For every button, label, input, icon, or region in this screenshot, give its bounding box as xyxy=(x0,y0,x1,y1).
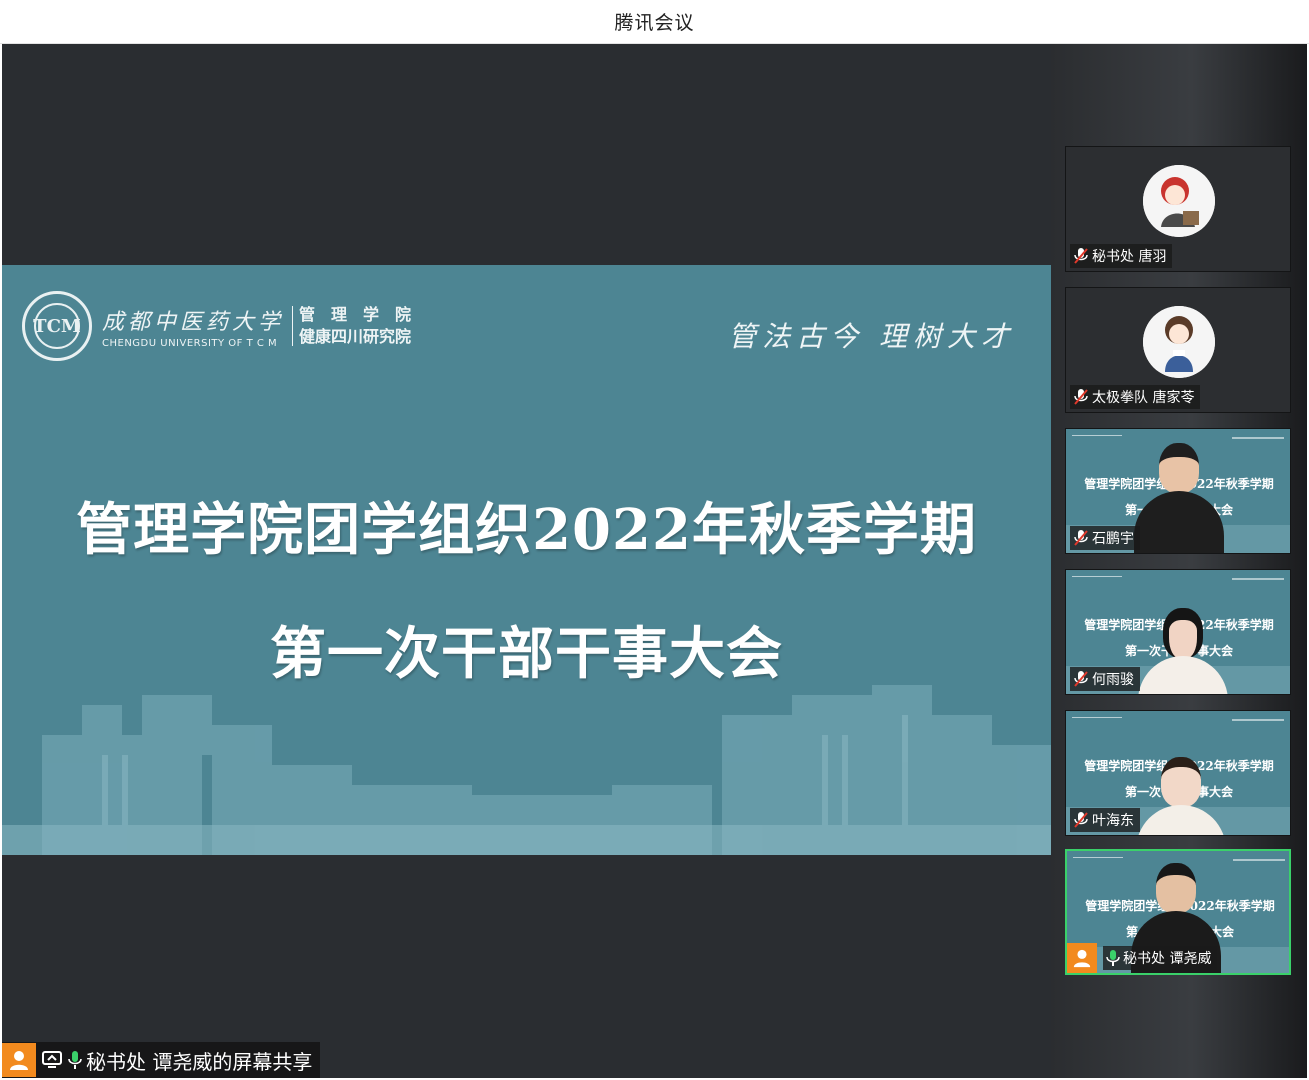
mic-muted-icon xyxy=(1073,388,1089,406)
department-name: 管理学院 健康四川研究院 xyxy=(299,304,427,348)
participant-name: 太极拳队 唐家苓 xyxy=(1092,390,1195,406)
participant-label: 何雨骏 xyxy=(1070,667,1140,691)
participant-label: 太极拳队 唐家苓 xyxy=(1070,385,1201,409)
title-bar: 腾讯会议 xyxy=(0,0,1309,44)
participant-tile[interactable]: 管理学院团学组织2022年秋季学期 第一次干部干事大会 叶海东 xyxy=(1065,710,1291,836)
mic-on-icon xyxy=(1106,949,1120,967)
participant-tile[interactable]: 秘书处 唐羽 xyxy=(1065,146,1291,272)
participant-name: 石鹏宇 xyxy=(1092,531,1134,547)
mic-muted-icon xyxy=(1073,811,1089,829)
logo-divider xyxy=(292,306,294,346)
mic-muted-icon xyxy=(1073,529,1089,547)
participant-person xyxy=(1138,608,1228,694)
university-logo: TCM 成都中医药大学 CHENGDU UNIVERSITY OF T C M … xyxy=(22,291,427,361)
seal-text: TCM xyxy=(33,303,81,349)
university-name-en: CHENGDU UNIVERSITY OF T C M xyxy=(102,337,278,349)
participant-sidebar: 秘书处 唐羽 太极拳队 唐家苓 管理学院团学组织2022年秋季学期 第一次干部干… xyxy=(1051,44,1307,1078)
participant-label: 石鹏宇 xyxy=(1070,526,1140,550)
mic-muted-icon xyxy=(1073,247,1089,265)
mini-slide-logo xyxy=(1072,435,1122,447)
university-name-cn: 成都中医药大学 xyxy=(102,309,285,335)
screen-share-owner: 秘书处 谭尧威的屏幕共享 xyxy=(86,1049,313,1074)
slide-title: 管理学院团学组织2022年秋季学期 xyxy=(76,497,977,563)
mic-on-icon xyxy=(68,1050,82,1070)
screen-share-label[interactable]: 秘书处 谭尧威的屏幕共享 xyxy=(2,1042,321,1078)
meeting-window: 腾讯会议 TCM 成都中医药大学 CHENGDU UNIVERSITY OF T… xyxy=(0,0,1309,1080)
window-title: 腾讯会议 xyxy=(614,12,695,34)
mini-slide-logo xyxy=(1072,717,1122,729)
department-line1: 管理学院 xyxy=(299,305,428,324)
participant-tile[interactable]: 太极拳队 唐家苓 xyxy=(1065,287,1291,413)
mini-slide-motto xyxy=(1232,719,1284,721)
university-seal-icon: TCM xyxy=(22,291,92,361)
participant-person xyxy=(1134,443,1224,553)
participant-label: 叶海东 xyxy=(1070,808,1140,832)
mini-slide-motto xyxy=(1233,859,1285,861)
participant-person xyxy=(1136,757,1226,835)
participant-tile[interactable]: 管理学院团学组织2022年秋季学期 第一次干部干事大会 何雨骏 xyxy=(1065,569,1291,695)
mini-slide-motto xyxy=(1232,578,1284,580)
participant-name: 秘书处 唐羽 xyxy=(1092,249,1167,265)
slide-motto: 管法古今 理树大才 xyxy=(728,320,1015,353)
department-line2: 健康四川研究院 xyxy=(299,327,412,346)
shared-slide: TCM 成都中医药大学 CHENGDU UNIVERSITY OF T C M … xyxy=(2,265,1051,855)
participant-tile[interactable]: 管理学院团学组织2022年秋季学期 第一次干部干事大会 石鹏宇 xyxy=(1065,428,1291,554)
participant-name: 叶海东 xyxy=(1092,813,1134,829)
user-avatar-icon xyxy=(1067,943,1097,973)
participant-label: 秘书处 谭尧威 xyxy=(1103,946,1218,970)
university-name: 成都中医药大学 CHENGDU UNIVERSITY OF T C M xyxy=(102,304,284,349)
mini-slide-logo xyxy=(1073,857,1123,869)
mini-slide-logo xyxy=(1072,576,1122,588)
participant-avatar xyxy=(1143,165,1215,237)
shared-screen-stage[interactable]: TCM 成都中医药大学 CHENGDU UNIVERSITY OF T C M … xyxy=(2,44,1051,1078)
participant-avatar xyxy=(1143,306,1215,378)
participant-name: 何雨骏 xyxy=(1092,672,1134,688)
participant-name: 秘书处 谭尧威 xyxy=(1123,951,1212,967)
screen-share-icon xyxy=(42,1051,62,1069)
participant-label: 秘书处 唐羽 xyxy=(1070,244,1173,268)
participant-tile-active[interactable]: 管理学院团学组织2022年秋季学期 第一次干部干事大会 秘书处 谭尧威 xyxy=(1065,849,1291,975)
user-avatar-icon xyxy=(2,1043,36,1077)
mic-muted-icon xyxy=(1073,670,1089,688)
campus-skyline-illustration xyxy=(2,685,1051,855)
mini-slide-motto xyxy=(1232,437,1284,439)
